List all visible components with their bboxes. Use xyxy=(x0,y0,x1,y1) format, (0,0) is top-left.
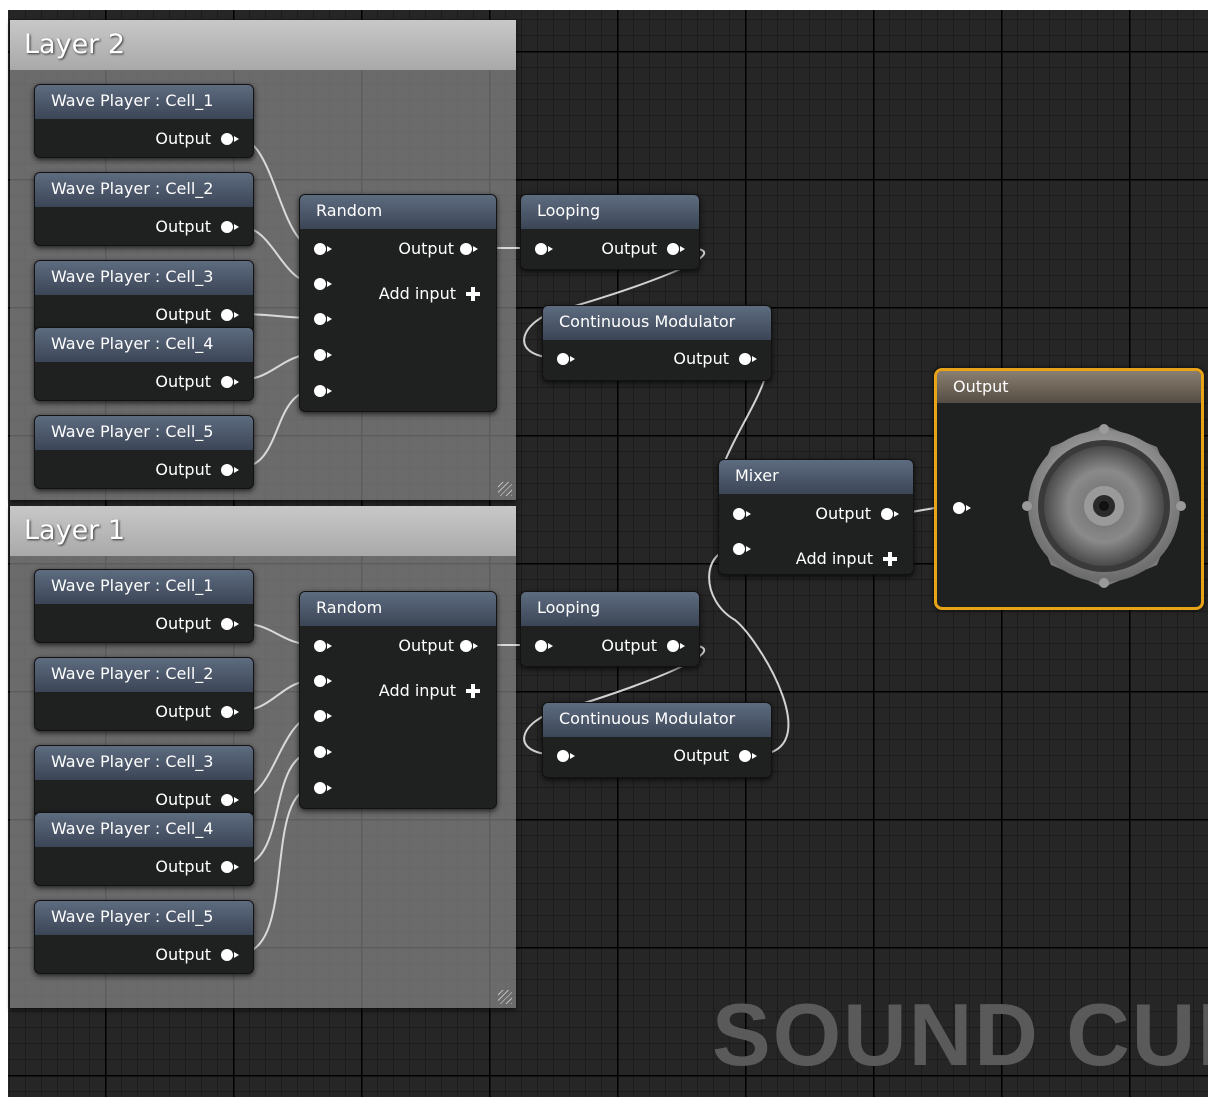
continuous-modulator-node[interactable]: Continuous Modulator Output xyxy=(542,305,772,381)
looping-node[interactable]: Looping Output xyxy=(520,194,700,270)
input-pin-icon[interactable] xyxy=(535,243,553,255)
output-pin-label: Output xyxy=(601,636,657,655)
node-title: Output xyxy=(937,371,1201,403)
looping-node[interactable]: Looping Output xyxy=(520,591,700,667)
output-pin-icon[interactable] xyxy=(460,243,478,255)
node-title: Wave Player : Cell_2 xyxy=(35,173,253,207)
output-pin-icon[interactable] xyxy=(739,353,757,365)
add-input-label[interactable]: Add input xyxy=(379,681,456,701)
input-pin-icon[interactable] xyxy=(314,710,332,722)
input-pin-icon[interactable] xyxy=(314,278,332,290)
node-title: Wave Player : Cell_1 xyxy=(35,85,253,119)
output-pin-icon[interactable] xyxy=(221,464,239,476)
add-input-label[interactable]: Add input xyxy=(379,284,456,304)
random-node[interactable]: Random Output Add input xyxy=(299,591,497,809)
node-title: Wave Player : Cell_5 xyxy=(35,901,253,935)
output-pin-icon[interactable] xyxy=(667,243,685,255)
output-pin-label: Output xyxy=(398,636,454,655)
input-pin-icon[interactable] xyxy=(733,543,751,555)
wave-player-node[interactable]: Wave Player : Cell_5 Output xyxy=(34,415,254,489)
wave-player-node[interactable]: Wave Player : Cell_3 Output xyxy=(34,260,254,334)
wave-player-node[interactable]: Wave Player : Cell_1 Output xyxy=(34,84,254,158)
input-pin-icon[interactable] xyxy=(314,746,332,758)
output-pin-icon[interactable] xyxy=(881,508,899,520)
wave-player-node[interactable]: Wave Player : Cell_1 Output xyxy=(34,569,254,643)
node-title: Looping xyxy=(521,195,699,229)
add-input-plus-icon[interactable] xyxy=(466,684,480,698)
wave-player-node[interactable]: Wave Player : Cell_4 Output xyxy=(34,327,254,401)
output-pin-label: Output xyxy=(155,372,211,391)
wave-player-node[interactable]: Wave Player : Cell_2 Output xyxy=(34,657,254,731)
output-pin-icon[interactable] xyxy=(221,706,239,718)
wave-player-node[interactable]: Wave Player : Cell_4 Output xyxy=(34,812,254,886)
node-title: Wave Player : Cell_3 xyxy=(35,261,253,295)
output-pin-label: Output xyxy=(673,746,729,765)
output-pin-label: Output xyxy=(155,460,211,479)
output-pin-label: Output xyxy=(673,349,729,368)
output-pin-label: Output xyxy=(815,504,871,523)
output-pin-icon[interactable] xyxy=(221,309,239,321)
input-pin-icon[interactable] xyxy=(314,640,332,652)
add-input-plus-icon[interactable] xyxy=(466,287,480,301)
output-pin-label: Output xyxy=(155,857,211,876)
output-pin-icon[interactable] xyxy=(221,861,239,873)
output-pin-label: Output xyxy=(398,239,454,258)
node-title: Looping xyxy=(521,592,699,626)
input-pin-icon[interactable] xyxy=(535,640,553,652)
input-pin-icon[interactable] xyxy=(314,782,332,794)
node-title: Wave Player : Cell_5 xyxy=(35,416,253,450)
output-pin-icon[interactable] xyxy=(460,640,478,652)
node-title: Random xyxy=(300,195,496,229)
graph-watermark: SOUND CUE xyxy=(712,985,1208,1084)
input-pin-icon[interactable] xyxy=(314,349,332,361)
input-pin-icon[interactable] xyxy=(557,750,575,762)
output-pin-icon[interactable] xyxy=(221,618,239,630)
output-pin-label: Output xyxy=(155,614,211,633)
output-pin-label: Output xyxy=(155,305,211,324)
wave-player-node[interactable]: Wave Player : Cell_3 Output xyxy=(34,745,254,819)
resize-grip[interactable] xyxy=(498,482,512,496)
output-pin-icon[interactable] xyxy=(739,750,757,762)
node-title: Continuous Modulator xyxy=(543,306,771,340)
output-pin-label: Output xyxy=(155,217,211,236)
random-node[interactable]: Random Output Add input xyxy=(299,194,497,412)
node-title: Wave Player : Cell_1 xyxy=(35,570,253,604)
node-title: Random xyxy=(300,592,496,626)
output-pin-label: Output xyxy=(601,239,657,258)
speaker-icon xyxy=(1019,421,1189,591)
resize-grip[interactable] xyxy=(498,990,512,1004)
continuous-modulator-node[interactable]: Continuous Modulator Output xyxy=(542,702,772,778)
output-pin-label: Output xyxy=(155,790,211,809)
add-input-label[interactable]: Add input xyxy=(796,549,873,569)
input-pin-icon[interactable] xyxy=(314,675,332,687)
input-pin-icon[interactable] xyxy=(314,385,332,397)
output-pin-icon[interactable] xyxy=(221,376,239,388)
node-title: Continuous Modulator xyxy=(543,703,771,737)
comment-title[interactable]: Layer 2 xyxy=(10,20,516,70)
output-pin-label: Output xyxy=(155,702,211,721)
output-pin-label: Output xyxy=(155,129,211,148)
output-pin-icon[interactable] xyxy=(221,221,239,233)
output-pin-icon[interactable] xyxy=(221,949,239,961)
output-pin-icon[interactable] xyxy=(667,640,685,652)
input-pin-icon[interactable] xyxy=(557,353,575,365)
input-pin-icon[interactable] xyxy=(953,502,971,514)
output-pin-label: Output xyxy=(155,945,211,964)
node-title: Mixer xyxy=(719,460,913,494)
input-pin-icon[interactable] xyxy=(314,243,332,255)
input-pin-icon[interactable] xyxy=(314,313,332,325)
output-node[interactable]: Output xyxy=(934,368,1204,610)
output-pin-icon[interactable] xyxy=(221,133,239,145)
input-pin-icon[interactable] xyxy=(733,508,751,520)
node-title: Wave Player : Cell_3 xyxy=(35,746,253,780)
node-title: Wave Player : Cell_4 xyxy=(35,813,253,847)
wave-player-node[interactable]: Wave Player : Cell_5 Output xyxy=(34,900,254,974)
mixer-node[interactable]: Mixer Output Add input xyxy=(718,459,914,575)
wave-player-node[interactable]: Wave Player : Cell_2 Output xyxy=(34,172,254,246)
output-pin-icon[interactable] xyxy=(221,794,239,806)
node-title: Wave Player : Cell_2 xyxy=(35,658,253,692)
comment-title[interactable]: Layer 1 xyxy=(10,506,516,556)
node-title: Wave Player : Cell_4 xyxy=(35,328,253,362)
add-input-plus-icon[interactable] xyxy=(883,552,897,566)
